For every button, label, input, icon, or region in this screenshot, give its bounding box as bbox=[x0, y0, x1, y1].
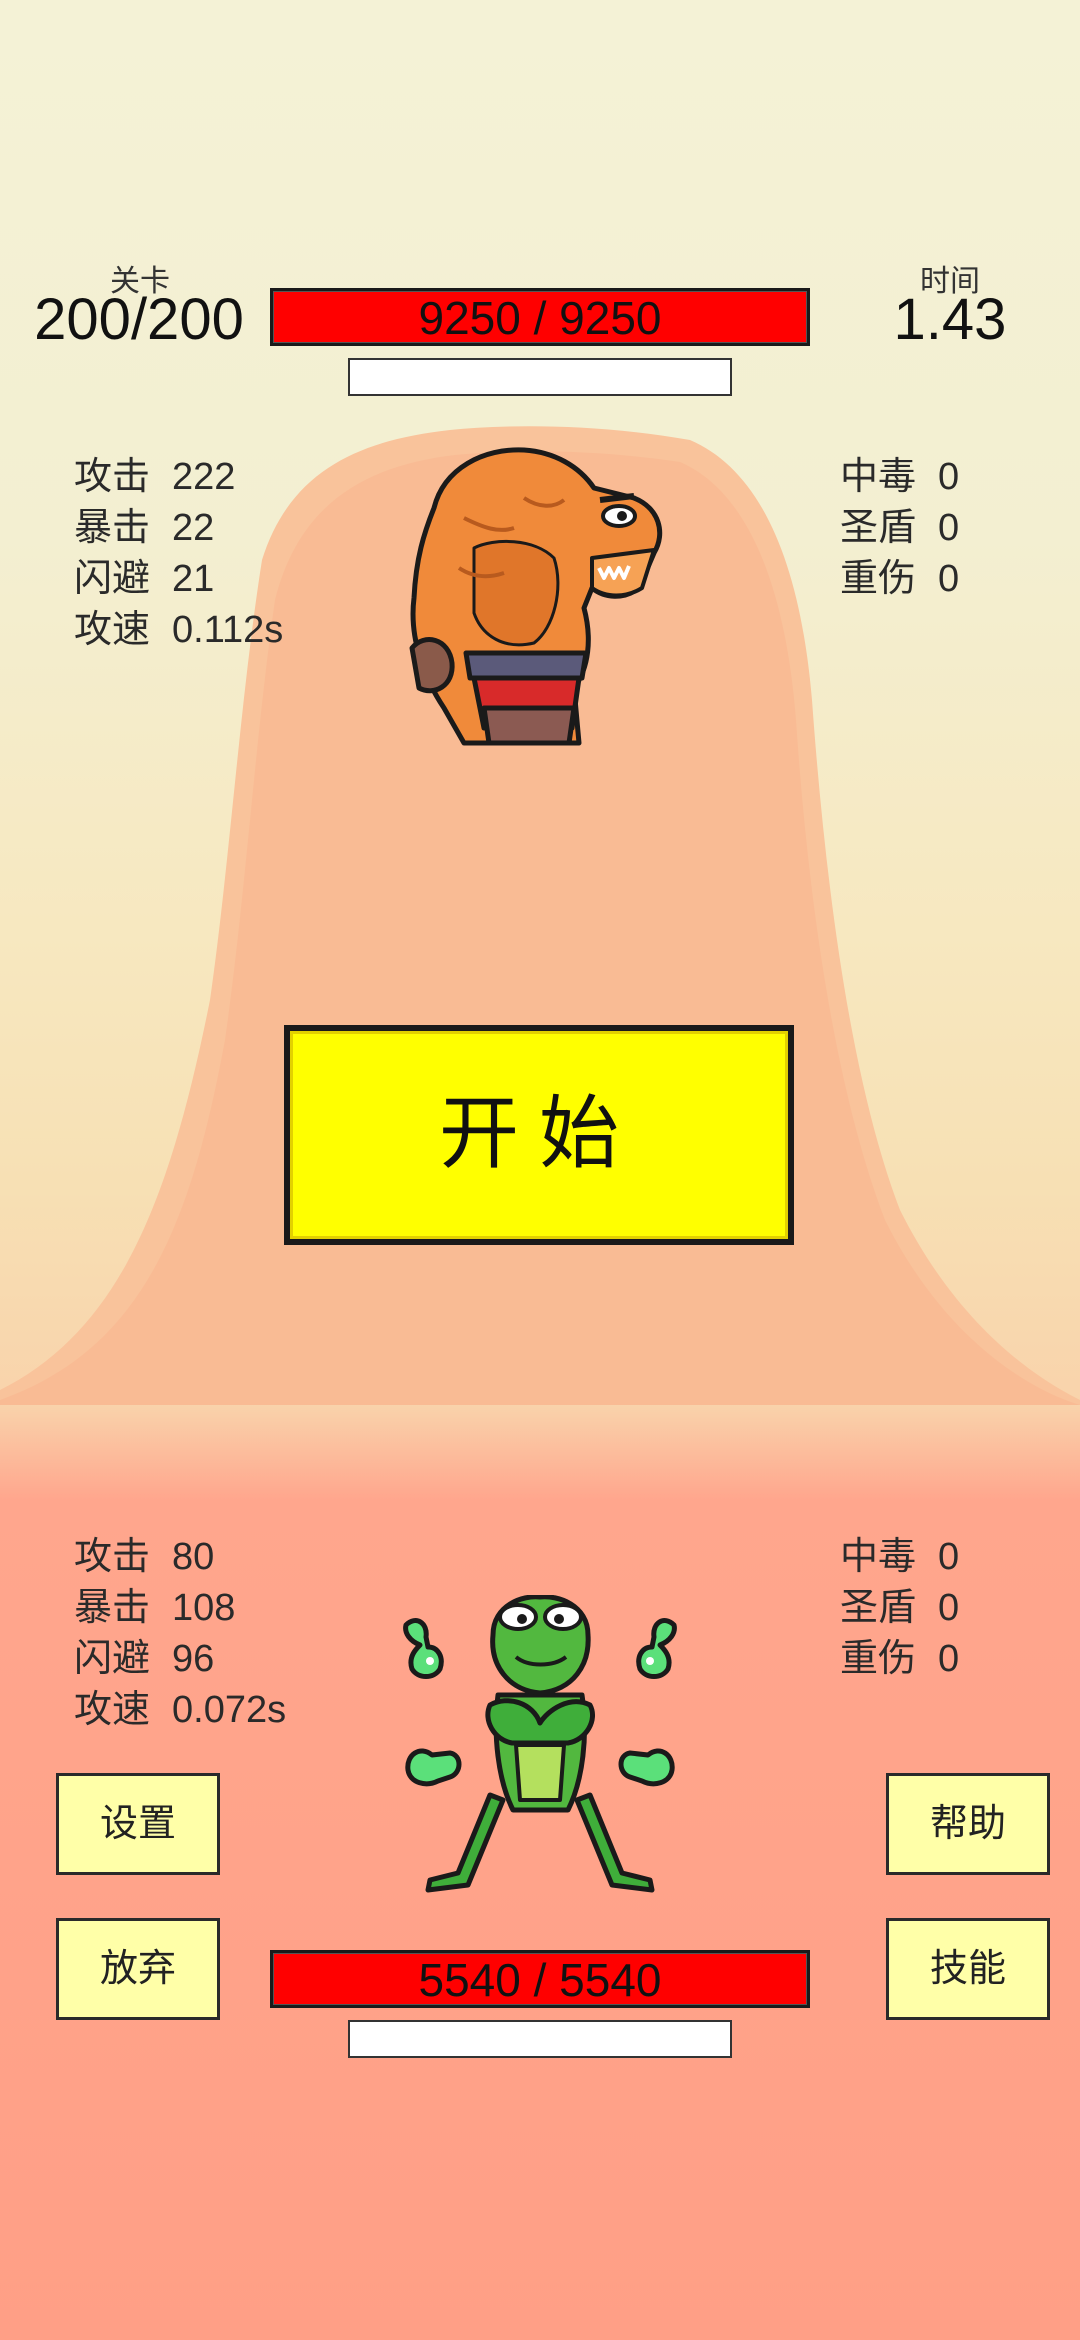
player-stat-attack: 攻击 80 bbox=[74, 1536, 215, 1578]
enemy-stat-crit: 暴击 22 bbox=[74, 507, 215, 549]
green-frog-fighter-icon bbox=[403, 1595, 677, 1893]
enemy-stat-holy-shield: 圣盾 0 bbox=[840, 507, 960, 549]
enemy-stat-attack-speed: 攻速 0.112s bbox=[74, 609, 284, 651]
player-hp-bar: 5540 / 5540 bbox=[270, 1950, 810, 2008]
player-secondary-bar bbox=[348, 2020, 732, 2058]
player-stat-attack-speed: 攻速 0.072s bbox=[74, 1689, 287, 1731]
player-stat-crit: 暴击 108 bbox=[74, 1587, 236, 1629]
enemy-secondary-bar bbox=[348, 358, 732, 396]
help-button[interactable]: 帮助 bbox=[886, 1773, 1050, 1875]
orange-dinosaur-monster-icon bbox=[409, 447, 663, 746]
enemy-stats-left: 攻击 222 暴击 22 闪避 21 攻速 0.112s bbox=[74, 452, 283, 656]
level-value: 200/200 bbox=[34, 287, 244, 352]
enemy-stat-poison: 中毒 0 bbox=[840, 456, 960, 498]
skills-button[interactable]: 技能 bbox=[886, 1918, 1050, 2020]
player-stat-holy-shield: 圣盾 0 bbox=[840, 1587, 960, 1629]
enemy-stat-grievous-wound: 重伤 0 bbox=[840, 558, 960, 600]
enemy-hp-text: 9250 / 9250 bbox=[418, 292, 662, 344]
game-screen: 关卡 200/200 时间 1.43 9250 / 9250 攻击 222 暴击 2… bbox=[0, 0, 1080, 2340]
timer-value: 1.43 bbox=[893, 287, 1007, 352]
player-stat-poison: 中毒 0 bbox=[840, 1536, 960, 1578]
player-stats-right: 中毒 0 圣盾 0 重伤 0 bbox=[840, 1532, 959, 1685]
start-button[interactable]: 开始 bbox=[284, 1025, 794, 1245]
give-up-button[interactable]: 放弃 bbox=[56, 1918, 220, 2020]
player-stat-dodge: 闪避 96 bbox=[74, 1638, 215, 1680]
enemy-stat-attack: 攻击 222 bbox=[74, 456, 236, 498]
enemy-stats-right: 中毒 0 圣盾 0 重伤 0 bbox=[840, 452, 959, 605]
settings-button[interactable]: 设置 bbox=[56, 1773, 220, 1875]
player-hp-text: 5540 / 5540 bbox=[418, 1954, 662, 2006]
player-stats-left: 攻击 80 暴击 108 闪避 96 攻速 0.072s bbox=[74, 1532, 286, 1736]
enemy-hp-bar: 9250 / 9250 bbox=[270, 288, 810, 346]
enemy-stat-dodge: 闪避 21 bbox=[74, 558, 215, 600]
player-stat-grievous-wound: 重伤 0 bbox=[840, 1638, 960, 1680]
